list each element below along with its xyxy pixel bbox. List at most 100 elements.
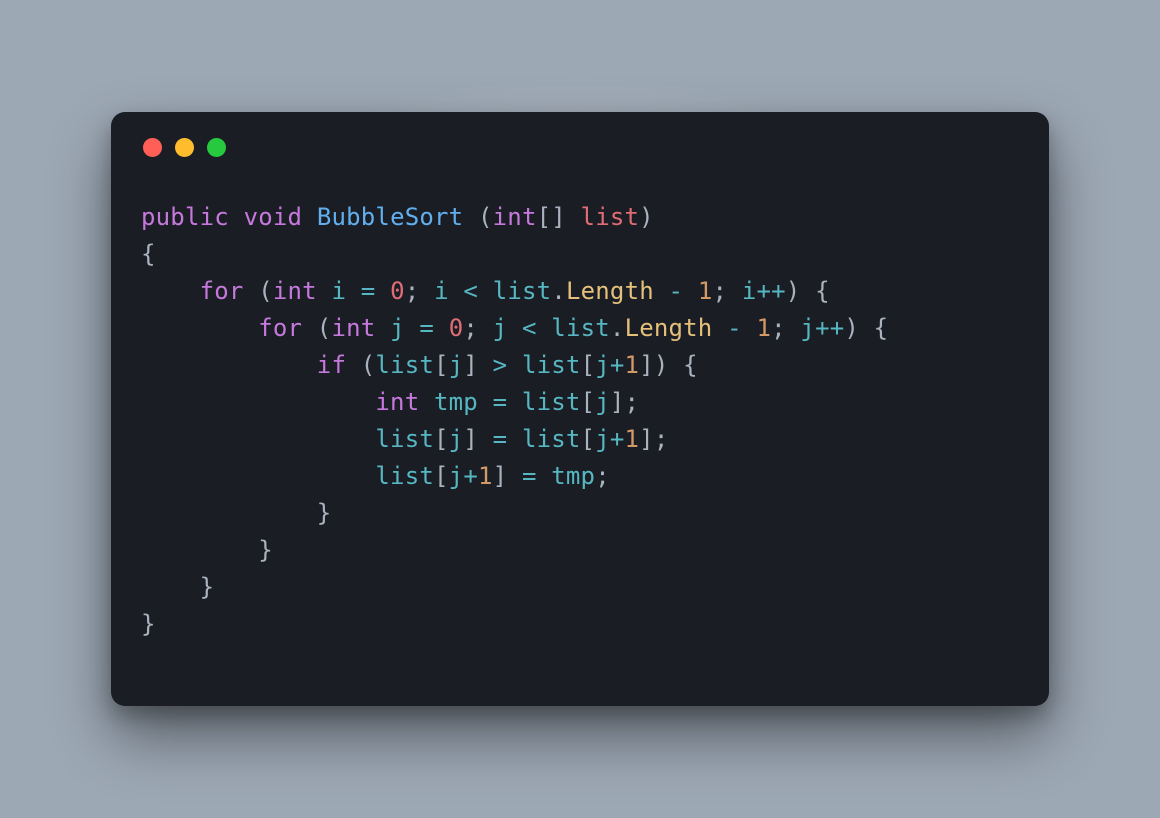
code-token: list [581,203,640,231]
code-token: j [449,425,464,453]
code-token: list [522,351,581,379]
code-token: = [493,425,508,453]
code-token: i [434,277,449,305]
code-token [507,314,522,342]
code-token [375,277,390,305]
code-token: - [669,277,684,305]
code-token [537,462,552,490]
code-token: ]; [610,388,639,416]
code-block: public void BubbleSort (int[] list){ for… [141,199,1019,643]
code-token: . [610,314,625,342]
code-token: = [419,314,434,342]
minimize-icon[interactable] [175,138,194,157]
code-token: tmp [551,462,595,490]
code-token [141,277,200,305]
code-token: Length [566,277,654,305]
code-token: } [141,499,331,527]
code-token: [ [581,388,596,416]
code-line: for (int j = 0; j < list.Length - 1; j++… [141,310,1019,347]
maximize-icon[interactable] [207,138,226,157]
code-token: public [141,203,229,231]
code-token: ++ [756,277,785,305]
code-token: 1 [625,351,640,379]
code-token: tmp [434,388,478,416]
code-token: BubbleSort [317,203,464,231]
code-token: ; [405,277,434,305]
code-line: if (list[j] > list[j+1]) { [141,347,1019,384]
code-token: ]) { [639,351,698,379]
code-token [507,351,522,379]
code-token: + [610,425,625,453]
code-token: i [742,277,757,305]
code-token: ]; [639,425,668,453]
code-token [654,277,669,305]
code-token: [ [434,425,449,453]
code-token: j [493,314,508,342]
code-token [507,388,522,416]
code-token: 1 [478,462,493,490]
code-token: } [141,610,156,638]
code-token: void [244,203,303,231]
code-token: ; [771,314,800,342]
code-token: 1 [698,277,713,305]
code-token: ; [595,462,610,490]
code-token: = [493,388,508,416]
code-token: [ [581,351,596,379]
code-line: } [141,569,1019,606]
code-token: ( [244,277,273,305]
code-token: j [449,351,464,379]
code-token: ) { [844,314,888,342]
code-token [317,277,332,305]
code-token: < [463,277,478,305]
code-token: list [493,277,552,305]
code-token [419,388,434,416]
code-token: . [551,277,566,305]
code-token: j [800,314,815,342]
code-line: public void BubbleSort (int[] list) [141,199,1019,236]
code-token: list [375,462,434,490]
code-token: for [200,277,244,305]
code-token: Length [625,314,713,342]
code-token: i [331,277,346,305]
code-token: + [463,462,478,490]
code-token [302,203,317,231]
code-token: [ [434,351,449,379]
code-line: int tmp = list[j]; [141,384,1019,421]
code-token: j [595,351,610,379]
code-token: j [595,425,610,453]
code-token: ++ [815,314,844,342]
code-token: int [375,388,419,416]
code-token [537,314,552,342]
code-token: [ [581,425,596,453]
code-token: j [390,314,405,342]
code-token: list [551,314,610,342]
code-token: = [522,462,537,490]
code-token [141,351,317,379]
code-token: int [493,203,537,231]
code-token: int [273,277,317,305]
code-token: j [595,388,610,416]
code-line: } [141,495,1019,532]
code-token [742,314,757,342]
code-token: + [610,351,625,379]
code-token [683,277,698,305]
code-token [405,314,420,342]
code-line: for (int i = 0; i < list.Length - 1; i++… [141,273,1019,310]
code-token [141,314,258,342]
code-token: list [375,351,434,379]
code-token: [] [537,203,581,231]
code-window: public void BubbleSort (int[] list){ for… [111,112,1049,706]
code-token: [ [434,462,449,490]
code-token: } [141,536,273,564]
code-token [478,277,493,305]
code-token: 0 [390,277,405,305]
code-token [478,388,493,416]
code-token: ) [639,203,654,231]
code-token: ( [302,314,331,342]
close-icon[interactable] [143,138,162,157]
code-token [507,425,522,453]
code-token: ] [463,351,492,379]
code-token: 0 [449,314,464,342]
code-token [141,388,375,416]
code-token: ] [463,425,492,453]
